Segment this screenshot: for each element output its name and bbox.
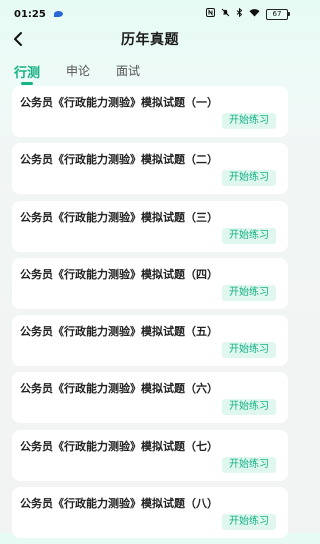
tab-shenlun[interactable]: 申论 xyxy=(66,62,90,88)
active-tab-indicator xyxy=(21,82,33,85)
tab-label: 行测 xyxy=(14,66,41,81)
list-item[interactable]: 公务员《行政能力测验》模拟试题（八） 开始练习 xyxy=(12,487,288,539)
status-time: 01:25 xyxy=(14,8,46,20)
tab-label: 面试 xyxy=(116,64,141,78)
exam-title: 公务员《行政能力测验》模拟试题（六） xyxy=(20,382,218,396)
notification-app-icon xyxy=(53,11,63,17)
exam-title: 公务员《行政能力测验》模拟试题（三） xyxy=(20,210,218,224)
tab-mianshi[interactable]: 面试 xyxy=(116,62,140,88)
start-practice-button[interactable]: 开始练习 xyxy=(222,227,276,244)
exam-title: 公务员《行政能力测验》模拟试题（五） xyxy=(20,325,218,339)
header: 历年真题 xyxy=(0,28,300,50)
tab-bar: 行测 申论 面试 xyxy=(14,62,166,88)
wifi-icon xyxy=(249,8,260,20)
start-practice-button[interactable]: 开始练习 xyxy=(222,399,276,416)
list-item[interactable]: 公务员《行政能力测验》模拟试题（五） 开始练习 xyxy=(12,315,288,367)
list-item[interactable]: 公务员《行政能力测验》模拟试题（三） 开始练习 xyxy=(12,200,288,252)
tab-xingce[interactable]: 行测 xyxy=(14,62,40,88)
nfc-icon xyxy=(206,8,215,20)
status-icons: 67 xyxy=(206,7,290,20)
exam-title: 公务员《行政能力测验》模拟试题（二） xyxy=(20,153,218,167)
battery-level: 67 xyxy=(272,9,282,18)
start-practice-button[interactable]: 开始练习 xyxy=(222,284,276,301)
start-practice-button[interactable]: 开始练习 xyxy=(222,113,276,129)
exam-title: 公务员《行政能力测验》模拟试题（四） xyxy=(20,267,218,281)
start-practice-button[interactable]: 开始练习 xyxy=(222,514,276,531)
exam-title: 公务员《行政能力测验》模拟试题（七） xyxy=(20,439,218,453)
page-title: 历年真题 xyxy=(121,32,179,48)
start-practice-button[interactable]: 开始练习 xyxy=(222,342,276,359)
exam-list: 公务员《行政能力测验》模拟试题（一） 开始练习 公务员《行政能力测验》模拟试题（… xyxy=(12,86,288,544)
exam-title: 公务员《行政能力测验》模拟试题（一） xyxy=(20,96,218,109)
start-practice-button[interactable]: 开始练习 xyxy=(222,170,276,187)
status-bar: 01:25 67 xyxy=(0,0,300,28)
list-item[interactable]: 公务员《行政能力测验》模拟试题（四） 开始练习 xyxy=(12,257,288,309)
list-item[interactable]: 公务员《行政能力测验》模拟试题（七） 开始练习 xyxy=(12,429,288,481)
list-item[interactable]: 公务员《行政能力测验》模拟试题（六） 开始练习 xyxy=(12,372,288,424)
mute-icon xyxy=(221,8,230,20)
list-item[interactable]: 公务员《行政能力测验》模拟试题（一） 开始练习 xyxy=(12,86,288,137)
start-practice-button[interactable]: 开始练习 xyxy=(222,456,276,473)
exam-title: 公务员《行政能力测验》模拟试题（八） xyxy=(20,497,218,511)
battery-icon: 67 xyxy=(266,8,290,20)
tab-label: 申论 xyxy=(66,64,91,78)
list-item[interactable]: 公务员《行政能力测验》模拟试题（二） 开始练习 xyxy=(12,143,288,195)
bluetooth-icon xyxy=(236,7,243,20)
